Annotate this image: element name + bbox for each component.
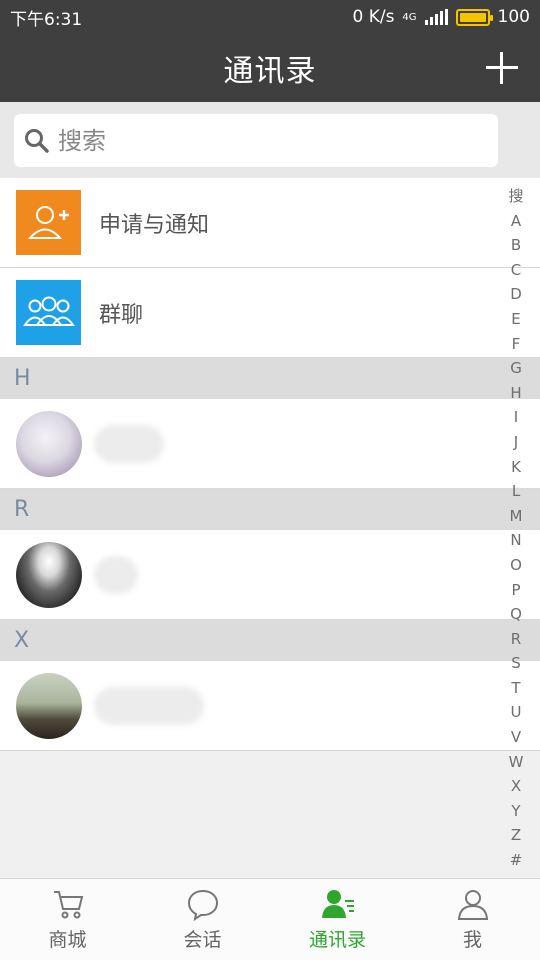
search-area [0,102,540,178]
alphabet-index[interactable]: 搜 A B C D E F G H I J K L M N O P Q R S T U V W X Y Z # [506,184,526,873]
index-letter[interactable]: J [514,430,518,455]
contact-name-redacted [94,555,138,594]
group-icon [16,280,81,345]
section-header-x: X [0,620,540,661]
tab-me[interactable]: 我 [405,879,540,960]
index-letter[interactable]: L [512,479,520,504]
avatar [16,410,82,477]
index-letter[interactable]: F [512,332,521,357]
search-input[interactable] [58,126,478,155]
tab-label: 会话 [183,929,222,951]
index-letter[interactable]: I [514,405,518,430]
avatar [16,541,82,608]
index-letter[interactable]: A [511,209,521,234]
index-letter[interactable]: E [511,307,520,332]
page-title: 通讯录 [223,54,317,89]
list-item-label: 群聊 [99,302,144,328]
list-item-requests[interactable]: 申请与通知 [0,178,540,268]
index-letter[interactable]: U [511,700,522,725]
index-letter[interactable]: Q [510,602,522,627]
index-letter[interactable]: G [510,356,522,381]
index-letter[interactable]: R [511,627,521,652]
tab-mall[interactable]: 商城 [0,879,135,960]
index-letter[interactable]: D [510,282,522,307]
index-letter[interactable]: T [511,676,520,701]
search-box[interactable] [14,114,498,167]
index-letter[interactable]: X [511,774,521,799]
battery-icon [455,8,493,26]
index-letter[interactable]: P [511,578,520,603]
contact-name-redacted [94,686,204,725]
index-letter[interactable]: O [510,553,522,578]
signal-icon [424,9,448,25]
index-letter[interactable]: Z [511,823,521,848]
index-letter[interactable]: S [511,651,521,676]
list-item-group-chat[interactable]: 群聊 [0,268,540,358]
index-letter[interactable]: M [510,504,523,529]
tab-chats[interactable]: 会话 [135,879,270,960]
tab-label: 通讯录 [308,929,366,951]
contact-row[interactable] [0,399,540,489]
contact-row[interactable] [0,661,540,751]
tab-contacts[interactable]: 通讯录 [270,879,405,960]
index-letter[interactable]: # [510,848,523,873]
section-header-h: H [0,358,540,399]
status-time: 下午6:31 [10,9,83,30]
add-contact-icon [16,190,81,255]
index-letter[interactable]: N [510,528,521,553]
tab-label: 商城 [48,929,87,951]
contact-list: 申请与通知 群聊 H R X [0,178,540,751]
network-speed: 0 K/s [352,7,395,27]
index-letter[interactable]: C [511,258,521,283]
title-bar: 通讯录 [0,34,540,102]
section-header-r: R [0,489,540,530]
battery-level: 100 [497,7,530,27]
add-icon[interactable] [484,50,520,86]
list-item-label: 申请与通知 [99,212,210,238]
contact-name-redacted [94,424,164,463]
index-letter[interactable]: 搜 [508,184,523,209]
index-letter[interactable]: H [510,381,521,406]
index-letter[interactable]: B [511,233,521,258]
cart-icon [53,891,83,919]
status-bar: 下午6:31 0 K/s 4G 100 [0,0,540,34]
status-indicators: 0 K/s 4G 100 [352,7,530,27]
contact-row[interactable] [0,530,540,620]
tab-label: 我 [462,929,482,951]
search-icon [25,128,49,153]
index-letter[interactable]: Y [511,799,520,824]
index-letter[interactable]: V [511,725,521,750]
index-letter[interactable]: K [511,455,521,480]
contacts-icon [321,890,354,918]
user-icon [457,890,488,920]
avatar [16,672,82,739]
bottom-nav: 商城 会话 通讯录 我 [0,878,540,960]
chat-bubble-icon [187,889,218,921]
index-letter[interactable]: W [509,750,524,775]
network-type: 4G [402,11,417,23]
